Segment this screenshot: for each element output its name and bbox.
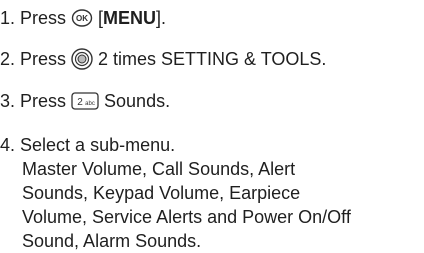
step-number: 1. — [0, 8, 16, 28]
submenu-line: Master Volume, Call Sounds, Alert — [22, 159, 296, 179]
submenu-line: Sound, Alarm Sounds. — [22, 231, 202, 251]
step-text: Press — [20, 49, 67, 69]
step-text-after: Sounds. — [104, 91, 171, 111]
step-3: 3. Press 2 abc Sounds. — [0, 89, 170, 113]
ok-key-icon: OK — [71, 9, 93, 27]
submenu-line: Sounds, Keypad Volume, Earpiece — [22, 183, 301, 203]
step-2: 2. Press 2 times SETTING & TOOLS. — [0, 47, 326, 71]
key-digit: 2 — [77, 97, 83, 108]
step-number: 4. — [0, 135, 16, 155]
step-text: Select a sub-menu. — [20, 135, 176, 155]
step-number: 2. — [0, 49, 16, 69]
step-1: 1. Press OK [ MENU ]. — [0, 6, 166, 30]
step-text-after: 2 times SETTING & TOOLS. — [98, 49, 327, 69]
step-number: 3. — [0, 91, 16, 111]
key-letters: abc — [85, 101, 95, 107]
step-text: Press — [20, 8, 67, 28]
step-4-heading: 4. Select a sub-menu. — [0, 133, 351, 157]
submenu-line: Volume, Service Alerts and Power On/Off — [22, 207, 351, 227]
step-text: Press — [20, 91, 67, 111]
step-4: 4. Select a sub-menu. Master Volume, Cal… — [0, 133, 351, 253]
navigation-key-icon — [71, 48, 93, 70]
menu-key-label: MENU — [103, 8, 157, 28]
2-abc-key-icon: 2 abc — [71, 91, 99, 111]
svg-text:OK: OK — [76, 14, 88, 23]
bracket-close: ]. — [156, 8, 167, 28]
